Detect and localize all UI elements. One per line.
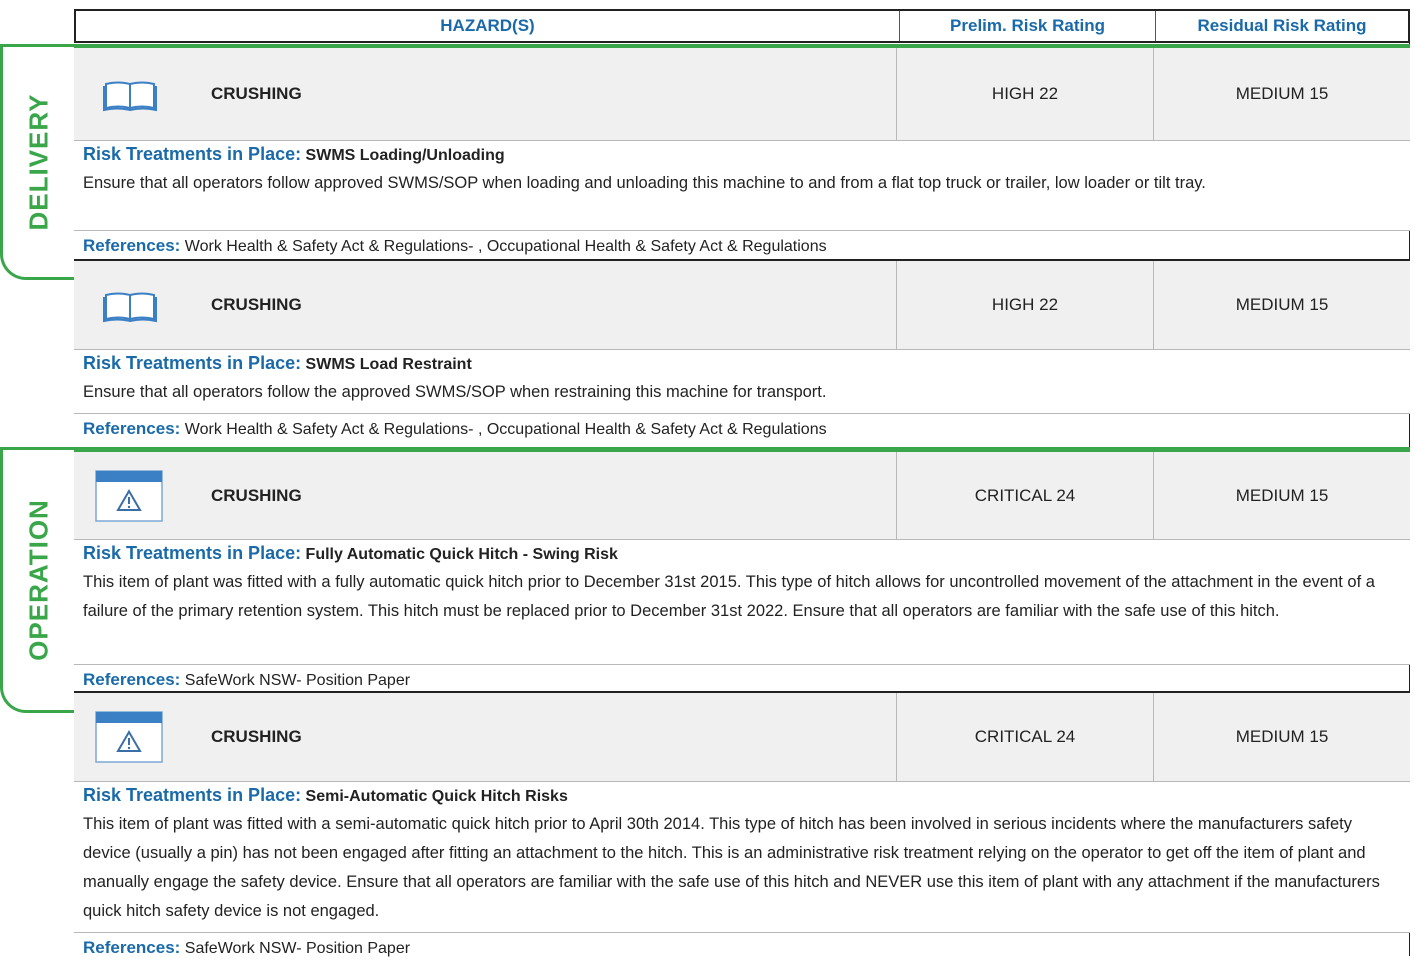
treatment-body: Ensure that all operators follow approve…: [83, 174, 1206, 192]
treatment-title: Fully Automatic Quick Hitch - Swing Risk: [305, 546, 618, 563]
section-label-delivery: DELIVERY: [23, 93, 53, 231]
risk-treatment: Risk Treatments in Place: SWMS Load Rest…: [74, 350, 1410, 413]
treatment-title: Semi-Automatic Quick Hitch Risks: [305, 788, 568, 805]
prelim-rating: CRITICAL 24: [897, 693, 1154, 781]
hazard-row: CRUSHING HIGH 22 MEDIUM 15: [74, 48, 1410, 141]
treatment-label: Risk Treatments in Place:: [83, 353, 302, 373]
book-icon: [100, 74, 160, 114]
hazard-block: CRUSHING CRITICAL 24 MEDIUM 15 Risk Trea…: [74, 452, 1410, 693]
residual-rating: MEDIUM 15: [1235, 295, 1329, 314]
references: References: SafeWork NSW- Position Paper: [74, 932, 1410, 961]
hazard-name: CRUSHING: [211, 485, 302, 505]
book-icon: [100, 285, 160, 325]
references: References: Work Health & Safety Act & R…: [74, 413, 1410, 442]
warning-window-icon: [94, 710, 164, 764]
references-value: Work Health & Safety Act & Regulations- …: [184, 238, 827, 255]
references: References: SafeWork NSW- Position Paper: [74, 664, 1410, 693]
prelim-rating: HIGH 22: [897, 261, 1154, 349]
treatment-body: This item of plant was fitted with a ful…: [83, 573, 1375, 620]
treatment-body: Ensure that all operators follow the app…: [83, 383, 827, 401]
treatment-label: Risk Treatments in Place:: [83, 543, 302, 563]
hazard-block: CRUSHING CRITICAL 24 MEDIUM 15 Risk Trea…: [74, 693, 1410, 961]
header-prelim-rating: Prelim. Risk Rating: [899, 11, 1156, 41]
references-value: SafeWork NSW- Position Paper: [184, 672, 411, 689]
references-label: References:: [83, 419, 181, 438]
warning-window-icon: [94, 469, 164, 523]
treatment-title: SWMS Load Restraint: [305, 356, 472, 373]
treatment-label: Risk Treatments in Place:: [83, 144, 302, 164]
treatment-label: Risk Treatments in Place:: [83, 785, 302, 805]
references-label: References:: [83, 236, 181, 255]
table-header: HAZARD(S) Prelim. Risk Rating Residual R…: [74, 9, 1410, 43]
risk-treatment: Risk Treatments in Place: Fully Automati…: [74, 540, 1410, 664]
prelim-rating: CRITICAL 24: [897, 452, 1154, 539]
hazard-name: CRUSHING: [211, 84, 302, 103]
risk-treatment: Risk Treatments in Place: Semi-Automatic…: [74, 782, 1410, 932]
hazard-row: CRUSHING CRITICAL 24 MEDIUM 15: [74, 693, 1410, 782]
residual-rating: MEDIUM 15: [1235, 485, 1329, 505]
references-label: References:: [83, 670, 181, 689]
section-tab-delivery: DELIVERY: [0, 44, 74, 280]
references-label: References:: [83, 938, 181, 957]
hazard-row: CRUSHING HIGH 22 MEDIUM 15: [74, 261, 1410, 350]
hazard-block: CRUSHING HIGH 22 MEDIUM 15 Risk Treatmen…: [74, 261, 1410, 442]
hazard-block: CRUSHING HIGH 22 MEDIUM 15 Risk Treatmen…: [74, 48, 1410, 259]
hazard-row: CRUSHING CRITICAL 24 MEDIUM 15: [74, 452, 1410, 540]
hazard-name: CRUSHING: [211, 727, 302, 746]
treatment-title: SWMS Loading/Unloading: [305, 147, 505, 164]
section-tab-operation: OPERATION: [0, 447, 74, 713]
residual-rating: MEDIUM 15: [1235, 727, 1329, 746]
references-value: SafeWork NSW- Position Paper: [184, 940, 411, 957]
header-hazards: HAZARD(S): [440, 16, 535, 35]
hazard-name: CRUSHING: [211, 295, 302, 314]
references: References: Work Health & Safety Act & R…: [74, 230, 1410, 259]
treatment-body: This item of plant was fitted with a sem…: [83, 815, 1380, 920]
prelim-rating: HIGH 22: [897, 48, 1154, 140]
header-residual-rating: Residual Risk Rating: [1197, 16, 1367, 35]
references-value: Work Health & Safety Act & Regulations- …: [184, 421, 827, 438]
section-label-operation: OPERATION: [23, 499, 53, 661]
residual-rating: MEDIUM 15: [1235, 84, 1329, 103]
risk-treatment: Risk Treatments in Place: SWMS Loading/U…: [74, 141, 1410, 230]
